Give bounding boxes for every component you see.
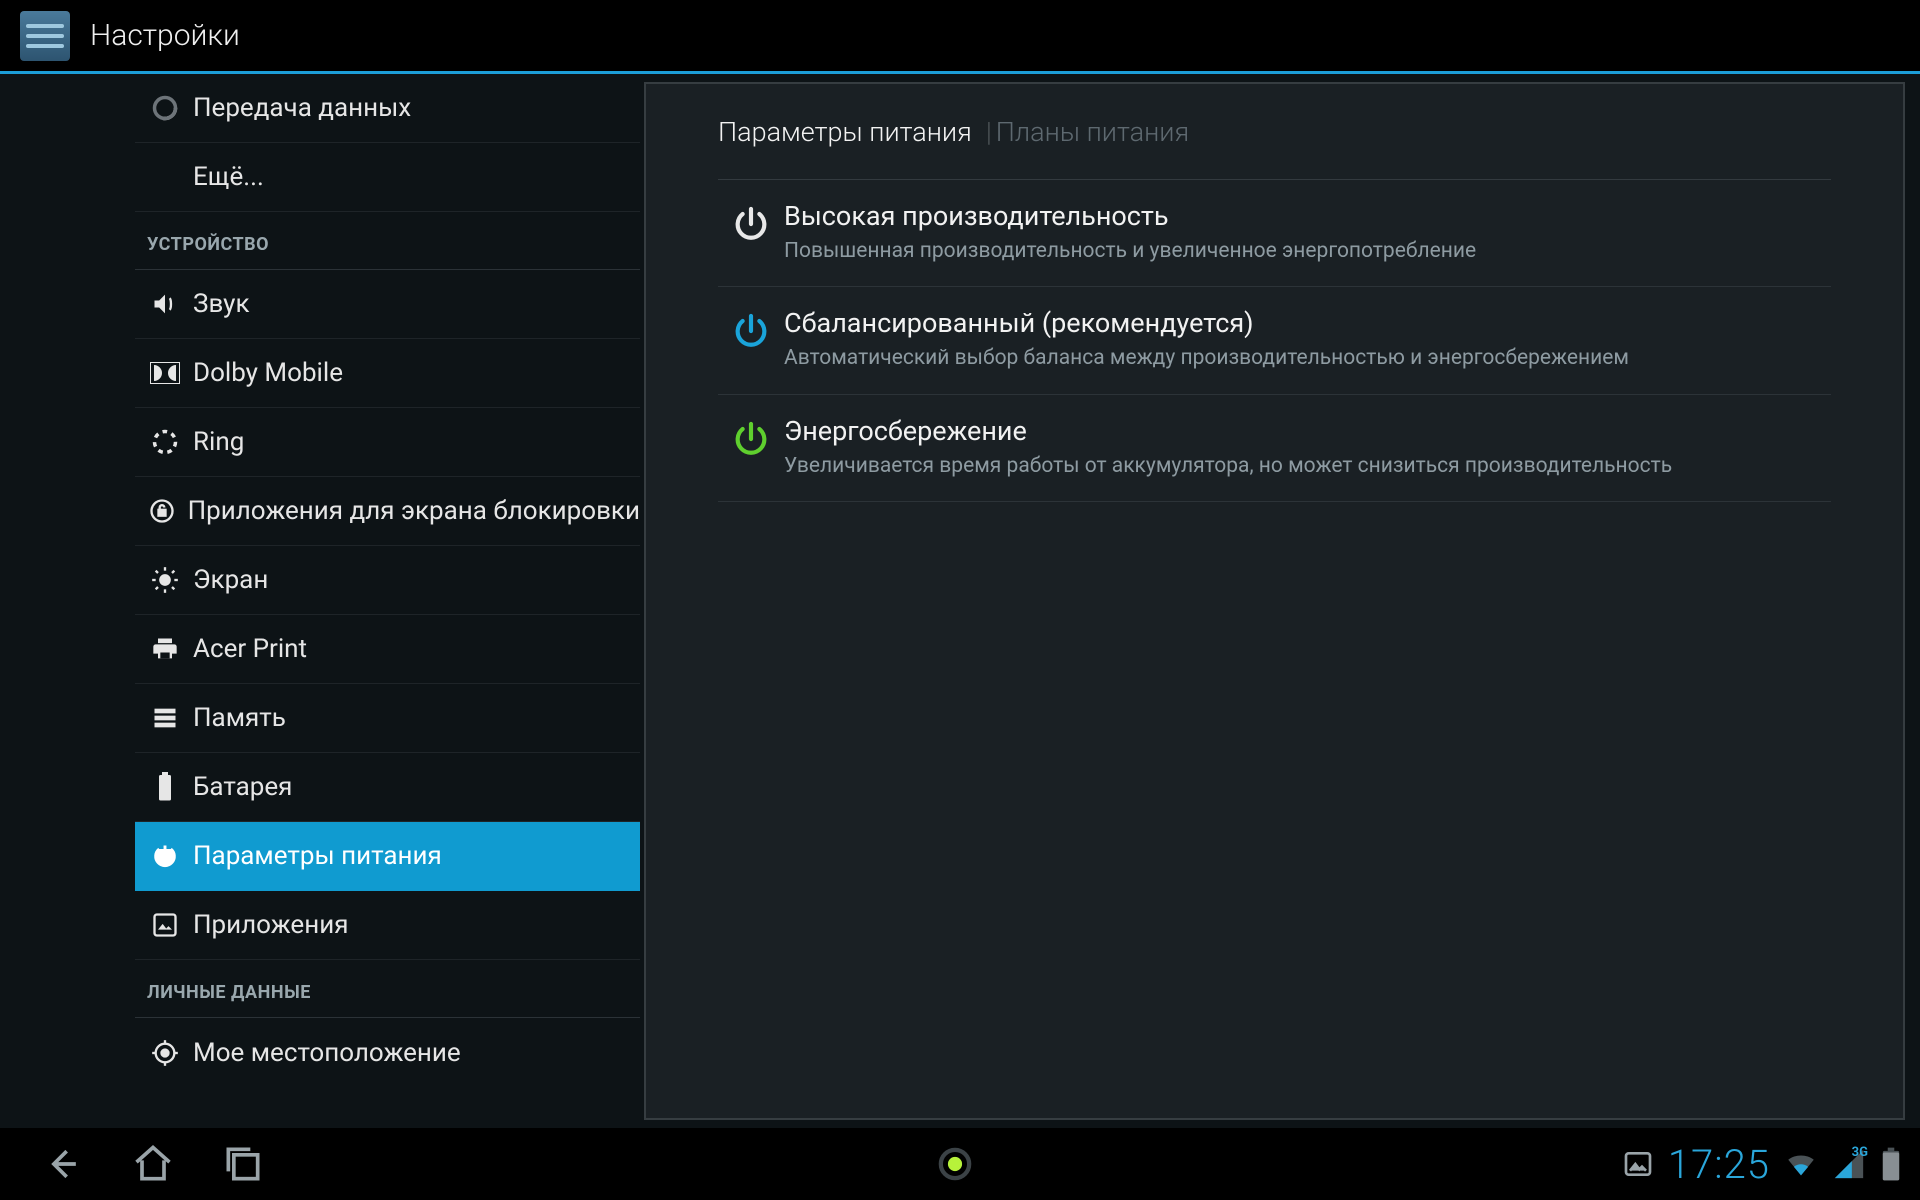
ring-icon bbox=[143, 428, 187, 456]
sidebar-item-location[interactable]: Мое местоположение bbox=[135, 1018, 640, 1087]
location-icon bbox=[143, 1039, 187, 1067]
display-icon bbox=[143, 566, 187, 594]
power-option-saver[interactable]: Энергосбережение Увеличивается время раб… bbox=[718, 395, 1831, 502]
tab-power-plans[interactable]: Планы питания bbox=[996, 116, 1199, 148]
option-desc: Увеличивается время работы от аккумулято… bbox=[784, 453, 1831, 479]
apps-icon bbox=[143, 911, 187, 939]
printer-icon bbox=[143, 635, 187, 663]
action-bar: Настройки bbox=[0, 0, 1920, 74]
signal-icon: 3G bbox=[1832, 1147, 1866, 1181]
option-desc: Повышенная производительность и увеличен… bbox=[784, 238, 1831, 264]
dolby-icon bbox=[143, 362, 187, 384]
option-title: Сбалансированный (рекомендуется) bbox=[784, 307, 1831, 339]
sidebar-item-label: Звук bbox=[187, 289, 250, 319]
sidebar-header-device: УСТРОЙСТВО bbox=[135, 212, 640, 270]
settings-app-icon bbox=[20, 11, 70, 61]
sidebar-item-label: Приложения для экрана блокировки bbox=[182, 496, 640, 526]
sidebar-item-label: Ring bbox=[187, 427, 244, 457]
status-area[interactable]: 17:25 3G bbox=[1622, 1141, 1902, 1188]
sidebar-item-label: Приложения bbox=[187, 910, 348, 940]
ring-indicator-icon bbox=[938, 1147, 972, 1181]
home-button[interactable] bbox=[108, 1142, 198, 1186]
sidebar-item-power[interactable]: Параметры питания bbox=[135, 822, 640, 891]
network-label: 3G bbox=[1852, 1145, 1868, 1160]
sidebar-item-storage[interactable]: Память bbox=[135, 684, 640, 753]
sidebar-item-label: Мое местоположение bbox=[187, 1038, 461, 1068]
tab-power-params[interactable]: Параметры питания bbox=[718, 116, 982, 148]
power-icon bbox=[143, 842, 187, 870]
option-title: Высокая производительность bbox=[784, 200, 1831, 232]
sidebar-item-label: Передача данных bbox=[187, 93, 411, 123]
sidebar-item-apps[interactable]: Приложения bbox=[135, 891, 640, 960]
sidebar-item-acer-print[interactable]: Acer Print bbox=[135, 615, 640, 684]
power-option-high[interactable]: Высокая производительность Повышенная пр… bbox=[718, 180, 1831, 287]
sidebar-item-label: Память bbox=[187, 703, 286, 733]
detail-panel: Параметры питания | Планы питания Высока… bbox=[644, 82, 1905, 1120]
app-title: Настройки bbox=[90, 18, 240, 53]
detail-tabs: Параметры питания | Планы питания bbox=[718, 84, 1831, 180]
power-icon bbox=[718, 307, 784, 351]
lock-apps-icon bbox=[143, 497, 182, 525]
power-option-balanced[interactable]: Сбалансированный (рекомендуется) Автомат… bbox=[718, 287, 1831, 394]
picture-icon bbox=[1622, 1148, 1654, 1180]
sidebar-header-personal: ЛИЧНЫЕ ДАННЫЕ bbox=[135, 960, 640, 1018]
tab-separator: | bbox=[982, 116, 996, 148]
sidebar-item-label: Параметры питания bbox=[187, 841, 442, 871]
sidebar-item-more[interactable]: Ещё... bbox=[135, 143, 640, 212]
sidebar-item-display[interactable]: Экран bbox=[135, 546, 640, 615]
wifi-icon bbox=[1784, 1147, 1818, 1181]
system-bar: 17:25 3G bbox=[0, 1128, 1920, 1200]
sound-icon bbox=[143, 290, 187, 318]
power-icon bbox=[718, 200, 784, 244]
sidebar-item-battery[interactable]: Батарея bbox=[135, 753, 640, 822]
storage-icon bbox=[143, 704, 187, 732]
power-icon bbox=[718, 415, 784, 459]
option-desc: Автоматический выбор баланса между произ… bbox=[784, 345, 1831, 371]
sidebar-item-sound[interactable]: Звук bbox=[135, 270, 640, 339]
sidebar-item-label: Acer Print bbox=[187, 634, 307, 664]
back-button[interactable] bbox=[18, 1142, 108, 1186]
sidebar-item-lockapps[interactable]: Приложения для экрана блокировки bbox=[135, 477, 640, 546]
sidebar-item-dolby[interactable]: Dolby Mobile bbox=[135, 339, 640, 408]
sidebar-item-label: Экран bbox=[187, 565, 268, 595]
sidebar-item-label: Dolby Mobile bbox=[187, 358, 343, 388]
settings-sidebar: Передача данных Ещё... УСТРОЙСТВО Звук D… bbox=[0, 74, 640, 1128]
sidebar-item-label: Ещё... bbox=[187, 162, 264, 192]
battery-icon bbox=[143, 772, 187, 802]
sidebar-item-ring[interactable]: Ring bbox=[135, 408, 640, 477]
option-title: Энергосбережение bbox=[784, 415, 1831, 447]
sidebar-item-data-usage[interactable]: Передача данных bbox=[135, 74, 640, 143]
sidebar-item-label: Батарея bbox=[187, 772, 292, 802]
recents-button[interactable] bbox=[198, 1142, 288, 1186]
data-usage-icon bbox=[143, 94, 187, 122]
battery-status-icon bbox=[1880, 1146, 1902, 1182]
clock: 17:25 bbox=[1668, 1141, 1770, 1188]
